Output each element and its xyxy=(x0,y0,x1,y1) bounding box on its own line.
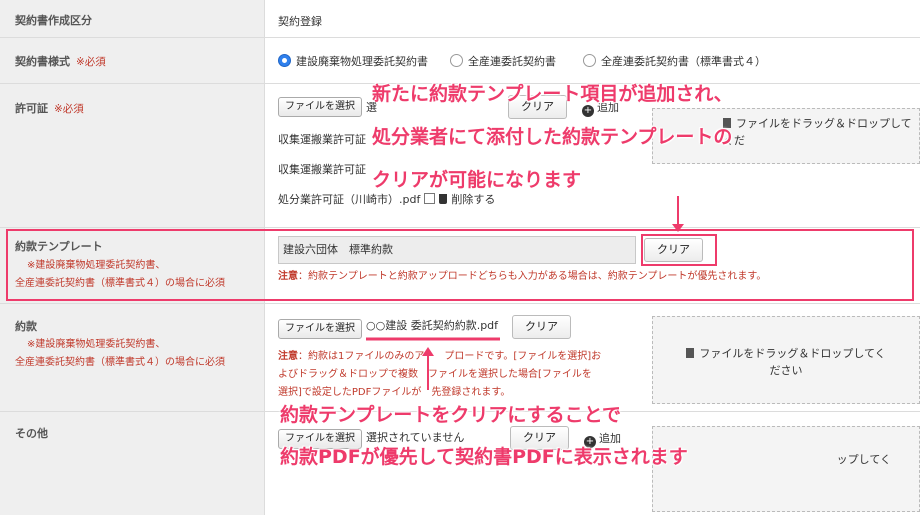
row-contract-type: 契約書作成区分 契約登録 xyxy=(0,0,920,38)
contract-type-value: 契約登録 xyxy=(278,15,322,28)
drop-text: ップしてく xyxy=(836,453,891,466)
label-permit: 許可証 xyxy=(15,102,48,115)
file-icon xyxy=(686,348,695,358)
row-label: その他 xyxy=(0,412,265,515)
permit-file-button[interactable]: ファイルを選択 xyxy=(278,97,362,117)
terms-caution-2: よびドラッグ＆ドロップで複数 ファイルを選択した場合[ファイルを xyxy=(278,369,592,380)
label-terms: 約款 xyxy=(15,320,37,333)
radio-unselected-icon[interactable] xyxy=(583,54,596,67)
row-terms: 約款 ※建設廃棄物処理委託契約書、 全産連委託契約書（標準書式４）の場合に必須 … xyxy=(0,304,920,412)
permit-item: 収集運搬業許可証 xyxy=(278,163,366,176)
label-other: その他 xyxy=(15,427,48,440)
caution-line: ：約款は1ファイルのみのア プロードです。[ファイルを選択]お xyxy=(298,351,602,362)
delete-checkbox[interactable] xyxy=(424,193,436,204)
row-value: ファイルを選択 ○○建設 委託契約約款.pdf クリア 注意：約款は1ファイルの… xyxy=(278,304,920,411)
permit-item-file: 処分業許可証（川崎市）.pdf xyxy=(278,193,421,206)
callout-bottom-line-1: 約款テンプレートをクリアにすることで xyxy=(280,404,622,426)
drop-text-line-2: ださい xyxy=(769,364,803,377)
radio-option-1[interactable]: 建設廃棄物処理委託契約書 xyxy=(278,53,428,69)
required-mark: ※必須 xyxy=(76,56,106,68)
permit-item-3: 処分業許可証（川崎市）.pdf 削除する xyxy=(278,191,495,207)
delete-label: 削除する xyxy=(451,193,496,206)
required-mark: ※必須 xyxy=(54,103,84,115)
terms-drop-zone[interactable]: ファイルをドラッグ＆ドロップしてく ださい xyxy=(652,316,920,404)
terms-file-name: ○○建設 委託契約約款.pdf xyxy=(366,319,499,332)
row-value: 建設廃棄物処理委託契約書 全産連委託契約書 全産連委託契約書（標準書式４） xyxy=(278,38,920,83)
drop-text: ファイルをドラッグ＆ドロップしてくだ xyxy=(723,117,912,147)
row-label: 許可証 ※必須 xyxy=(0,84,265,227)
callout-top-line-1: 新たに約款テンプレート項目が追加され、 xyxy=(372,83,733,105)
clear-button-highlight xyxy=(641,234,717,266)
callout-bottom-line-2: 約款PDFが優先して契約書PDFに表示されます xyxy=(280,446,688,468)
terms-sub-note-1: ※建設廃棄物処理委託契約書、 xyxy=(27,339,166,350)
terms-sub-note-2: 全産連委託契約書（標準書式４）の場合に必須 xyxy=(15,357,225,368)
drop-text-line-1: ファイルをドラッグ＆ドロップしてく xyxy=(699,347,886,360)
permit-item: 収集運搬業許可証 xyxy=(278,133,366,146)
terms-caution-1: 注意：約款は1ファイルのみのア プロードです。[ファイルを選択]お xyxy=(278,348,601,366)
label-contract-style: 契約書様式 xyxy=(15,55,70,68)
terms-file-button[interactable]: ファイルを選択 xyxy=(278,319,362,339)
plus-icon: + xyxy=(582,105,594,117)
terms-clear-button[interactable]: クリア xyxy=(512,315,571,339)
row-value: 契約登録 xyxy=(278,0,920,37)
trash-icon xyxy=(439,194,448,204)
row-label: 約款 ※建設廃棄物処理委託契約書、 全産連委託契約書（標準書式４）の場合に必須 xyxy=(0,304,265,411)
label-contract-type: 契約書作成区分 xyxy=(15,14,92,27)
radio-option-2[interactable]: 全産連委託契約書 xyxy=(450,53,556,69)
row-label: 契約書作成区分 xyxy=(0,0,265,37)
row-label: 契約書様式 ※必須 xyxy=(0,38,265,83)
template-row-highlight xyxy=(6,229,914,301)
radio-selected-icon[interactable] xyxy=(278,54,291,67)
radio-label: 建設廃棄物処理委託契約書 xyxy=(296,55,428,68)
radio-label: 全産連委託契約書（標準書式４） xyxy=(601,55,766,68)
radio-option-3[interactable]: 全産連委託契約書（標準書式４） xyxy=(583,53,766,69)
radio-unselected-icon[interactable] xyxy=(450,54,463,67)
other-drop-zone[interactable]: ップしてく xyxy=(652,426,920,512)
row-contract-style: 契約書様式 ※必須 建設廃棄物処理委託契約書 全産連委託契約書 全産連委託契約書（… xyxy=(0,38,920,84)
caution-head: 注意 xyxy=(278,351,298,362)
radio-label: 全産連委託契約書 xyxy=(468,55,556,68)
callout-top-line-3: クリアが可能になります xyxy=(372,169,582,191)
callout-top-line-2: 処分業者にて添付した約款テンプレートの xyxy=(372,126,733,148)
